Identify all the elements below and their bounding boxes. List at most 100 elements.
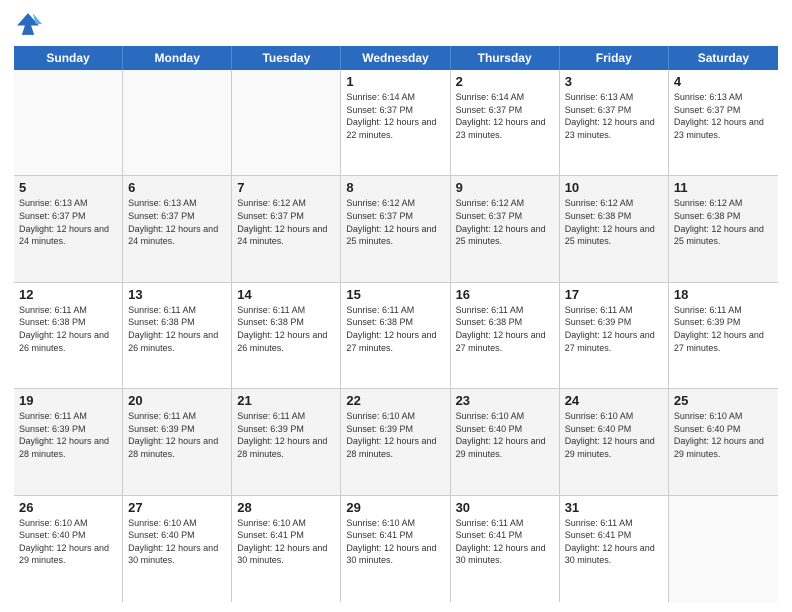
calendar-cell: 15 Sunrise: 6:11 AMSunset: 6:38 PMDayligh… <box>341 283 450 388</box>
calendar-cell: 14 Sunrise: 6:11 AMSunset: 6:38 PMDayligh… <box>232 283 341 388</box>
cell-info: Sunrise: 6:12 AMSunset: 6:37 PMDaylight:… <box>346 197 444 247</box>
calendar-cell: 19 Sunrise: 6:11 AMSunset: 6:39 PMDayligh… <box>14 389 123 494</box>
calendar-cell: 12 Sunrise: 6:11 AMSunset: 6:38 PMDayligh… <box>14 283 123 388</box>
day-number: 12 <box>19 287 117 302</box>
calendar-cell: 29 Sunrise: 6:10 AMSunset: 6:41 PMDayligh… <box>341 496 450 602</box>
cell-info: Sunrise: 6:11 AMSunset: 6:38 PMDaylight:… <box>128 304 226 354</box>
cell-info: Sunrise: 6:11 AMSunset: 6:38 PMDaylight:… <box>19 304 117 354</box>
calendar-cell: 11 Sunrise: 6:12 AMSunset: 6:38 PMDayligh… <box>669 176 778 281</box>
day-number: 25 <box>674 393 773 408</box>
cell-info: Sunrise: 6:13 AMSunset: 6:37 PMDaylight:… <box>674 91 773 141</box>
calendar-cell: 9 Sunrise: 6:12 AMSunset: 6:37 PMDaylight… <box>451 176 560 281</box>
cell-info: Sunrise: 6:11 AMSunset: 6:39 PMDaylight:… <box>128 410 226 460</box>
calendar-cell: 4 Sunrise: 6:13 AMSunset: 6:37 PMDaylight… <box>669 70 778 175</box>
calendar-week-row: 26Sunrise: 6:10 AMSunset: 6:40 PMDayligh… <box>14 496 778 602</box>
day-number: 4 <box>674 74 773 89</box>
day-number: 18 <box>674 287 773 302</box>
day-number: 7 <box>237 180 335 195</box>
day-number: 13 <box>128 287 226 302</box>
calendar-cell <box>123 70 232 175</box>
day-of-week-header: Wednesday <box>341 46 450 70</box>
calendar-cell: 13 Sunrise: 6:11 AMSunset: 6:38 PMDayligh… <box>123 283 232 388</box>
day-number: 31 <box>565 500 663 515</box>
day-of-week-header: Saturday <box>669 46 778 70</box>
calendar-cell: 26Sunrise: 6:10 AMSunset: 6:40 PMDayligh… <box>14 496 123 602</box>
calendar-cell: 8 Sunrise: 6:12 AMSunset: 6:37 PMDaylight… <box>341 176 450 281</box>
calendar-cell <box>669 496 778 602</box>
day-number: 15 <box>346 287 444 302</box>
calendar-cell: 6 Sunrise: 6:13 AMSunset: 6:37 PMDaylight… <box>123 176 232 281</box>
cell-info: Sunrise: 6:10 AMSunset: 6:41 PMDaylight:… <box>237 517 335 567</box>
calendar-cell: 20 Sunrise: 6:11 AMSunset: 6:39 PMDayligh… <box>123 389 232 494</box>
calendar-cell: 27 Sunrise: 6:10 AMSunset: 6:40 PMDayligh… <box>123 496 232 602</box>
cell-info: Sunrise: 6:10 AMSunset: 6:40 PMDaylight:… <box>128 517 226 567</box>
calendar-week-row: 5 Sunrise: 6:13 AMSunset: 6:37 PMDaylight… <box>14 176 778 282</box>
calendar-header: SundayMondayTuesdayWednesdayThursdayFrid… <box>14 46 778 70</box>
cell-info: Sunrise: 6:11 AMSunset: 6:38 PMDaylight:… <box>237 304 335 354</box>
calendar-cell: 16Sunrise: 6:11 AMSunset: 6:38 PMDayligh… <box>451 283 560 388</box>
calendar-week-row: 1Sunrise: 6:14 AMSunset: 6:37 PMDaylight… <box>14 70 778 176</box>
cell-info: Sunrise: 6:11 AMSunset: 6:39 PMDaylight:… <box>565 304 663 354</box>
calendar-cell: 21 Sunrise: 6:11 AMSunset: 6:39 PMDayligh… <box>232 389 341 494</box>
cell-info: Sunrise: 6:12 AMSunset: 6:38 PMDaylight:… <box>565 197 663 247</box>
cell-info: Sunrise: 6:12 AMSunset: 6:37 PMDaylight:… <box>237 197 335 247</box>
day-of-week-header: Thursday <box>451 46 560 70</box>
calendar-cell <box>232 70 341 175</box>
cell-info: Sunrise: 6:14 AMSunset: 6:37 PMDaylight:… <box>346 91 444 141</box>
cell-info: Sunrise: 6:10 AMSunset: 6:39 PMDaylight:… <box>346 410 444 460</box>
day-number: 8 <box>346 180 444 195</box>
cell-info: Sunrise: 6:10 AMSunset: 6:40 PMDaylight:… <box>565 410 663 460</box>
calendar-cell: 7 Sunrise: 6:12 AMSunset: 6:37 PMDaylight… <box>232 176 341 281</box>
day-of-week-header: Tuesday <box>232 46 341 70</box>
day-number: 23 <box>456 393 554 408</box>
cell-info: Sunrise: 6:11 AMSunset: 6:39 PMDaylight:… <box>237 410 335 460</box>
calendar-cell: 3Sunrise: 6:13 AMSunset: 6:37 PMDaylight… <box>560 70 669 175</box>
cell-info: Sunrise: 6:12 AMSunset: 6:37 PMDaylight:… <box>456 197 554 247</box>
day-number: 5 <box>19 180 117 195</box>
calendar-cell: 28 Sunrise: 6:10 AMSunset: 6:41 PMDayligh… <box>232 496 341 602</box>
day-number: 9 <box>456 180 554 195</box>
day-number: 6 <box>128 180 226 195</box>
day-number: 10 <box>565 180 663 195</box>
logo <box>14 10 46 38</box>
cell-info: Sunrise: 6:12 AMSunset: 6:38 PMDaylight:… <box>674 197 773 247</box>
day-number: 16 <box>456 287 554 302</box>
calendar-cell: 10 Sunrise: 6:12 AMSunset: 6:38 PMDayligh… <box>560 176 669 281</box>
calendar-cell: 25 Sunrise: 6:10 AMSunset: 6:40 PMDayligh… <box>669 389 778 494</box>
calendar-cell: 23 Sunrise: 6:10 AMSunset: 6:40 PMDayligh… <box>451 389 560 494</box>
day-number: 14 <box>237 287 335 302</box>
calendar-cell: 22Sunrise: 6:10 AMSunset: 6:39 PMDayligh… <box>341 389 450 494</box>
cell-info: Sunrise: 6:11 AMSunset: 6:38 PMDaylight:… <box>346 304 444 354</box>
day-number: 29 <box>346 500 444 515</box>
day-number: 20 <box>128 393 226 408</box>
calendar-cell: 2Sunrise: 6:14 AMSunset: 6:37 PMDaylight… <box>451 70 560 175</box>
cell-info: Sunrise: 6:10 AMSunset: 6:40 PMDaylight:… <box>456 410 554 460</box>
day-number: 27 <box>128 500 226 515</box>
day-of-week-header: Monday <box>123 46 232 70</box>
cell-info: Sunrise: 6:10 AMSunset: 6:40 PMDaylight:… <box>674 410 773 460</box>
day-of-week-header: Friday <box>560 46 669 70</box>
calendar-cell <box>14 70 123 175</box>
day-number: 21 <box>237 393 335 408</box>
day-number: 28 <box>237 500 335 515</box>
day-number: 19 <box>19 393 117 408</box>
cell-info: Sunrise: 6:13 AMSunset: 6:37 PMDaylight:… <box>19 197 117 247</box>
cell-info: Sunrise: 6:13 AMSunset: 6:37 PMDaylight:… <box>128 197 226 247</box>
cell-info: Sunrise: 6:11 AMSunset: 6:39 PMDaylight:… <box>674 304 773 354</box>
day-number: 17 <box>565 287 663 302</box>
calendar-cell: 5 Sunrise: 6:13 AMSunset: 6:37 PMDaylight… <box>14 176 123 281</box>
header <box>14 10 778 38</box>
day-number: 11 <box>674 180 773 195</box>
day-number: 30 <box>456 500 554 515</box>
calendar-cell: 18 Sunrise: 6:11 AMSunset: 6:39 PMDayligh… <box>669 283 778 388</box>
day-number: 3 <box>565 74 663 89</box>
calendar-cell: 17 Sunrise: 6:11 AMSunset: 6:39 PMDayligh… <box>560 283 669 388</box>
cell-info: Sunrise: 6:11 AMSunset: 6:39 PMDaylight:… <box>19 410 117 460</box>
calendar-body: 1Sunrise: 6:14 AMSunset: 6:37 PMDaylight… <box>14 70 778 602</box>
page: SundayMondayTuesdayWednesdayThursdayFrid… <box>0 0 792 612</box>
cell-info: Sunrise: 6:11 AMSunset: 6:41 PMDaylight:… <box>565 517 663 567</box>
cell-info: Sunrise: 6:10 AMSunset: 6:41 PMDaylight:… <box>346 517 444 567</box>
calendar-cell: 1Sunrise: 6:14 AMSunset: 6:37 PMDaylight… <box>341 70 450 175</box>
cell-info: Sunrise: 6:11 AMSunset: 6:41 PMDaylight:… <box>456 517 554 567</box>
cell-info: Sunrise: 6:10 AMSunset: 6:40 PMDaylight:… <box>19 517 117 567</box>
